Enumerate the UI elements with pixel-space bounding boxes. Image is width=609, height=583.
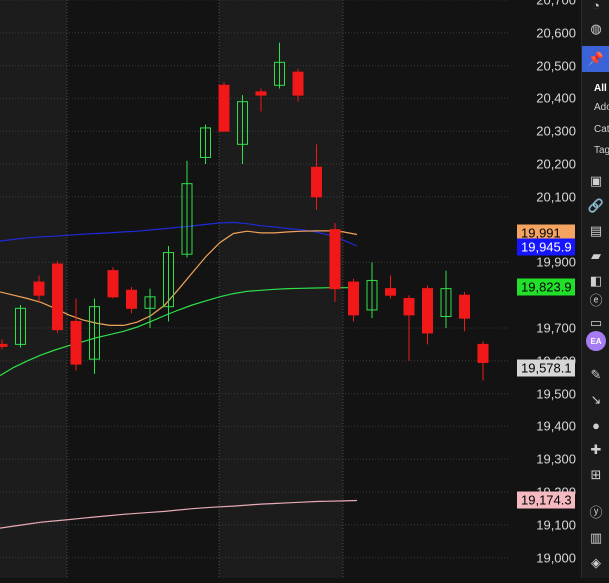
candle-body xyxy=(255,91,267,96)
pages-icon[interactable]: ▤ xyxy=(582,220,609,242)
candle-body xyxy=(218,84,230,132)
candle-body xyxy=(107,270,119,298)
pin-icon[interactable]: 📌 xyxy=(582,46,609,72)
y-tick-label: 19,300 xyxy=(536,451,576,467)
plugin-icon[interactable]: ✎ xyxy=(582,364,609,386)
sidebar: ◔ ◍ 📌 All Ado Cat Tag ▣ 🔗 ▤ ▰ ◧ ⓔ ▭ EA ✎… xyxy=(581,0,609,578)
candle-body xyxy=(311,166,322,198)
y-tick-label: 20,700 xyxy=(536,0,576,8)
y-tick-label: 19,900 xyxy=(536,254,576,270)
candle-body xyxy=(477,343,489,363)
link-icon[interactable]: 🔗 xyxy=(582,195,609,217)
y-tick-label: 19,500 xyxy=(536,386,576,402)
y-tick-label: 20,200 xyxy=(536,156,576,172)
candle-body xyxy=(0,343,8,347)
y-tick-label: 20,400 xyxy=(536,90,576,106)
photos-icon[interactable]: ▣ xyxy=(582,170,609,192)
ea-icon[interactable]: EA xyxy=(582,330,609,352)
y-tick-label: 19,400 xyxy=(536,418,576,434)
diamond-icon[interactable]: ◈ xyxy=(582,552,609,574)
sidebar-item-tag[interactable]: Tag xyxy=(594,145,609,156)
price-axis[interactable]: 20,700 20,600 20,500 20,400 20,300 20,200 20,1… xyxy=(510,0,580,578)
y-tick-label: 19,000 xyxy=(536,550,576,566)
candle-body xyxy=(329,229,341,290)
globe-icon[interactable]: ◍ xyxy=(582,18,609,40)
y-tick-label: 19,100 xyxy=(536,517,576,533)
user-icon[interactable]: ● xyxy=(582,414,609,436)
sidebar-tab-all[interactable]: All xyxy=(594,83,607,94)
y-tick-label: 20,600 xyxy=(536,25,576,41)
price-tag: 19,578.1 xyxy=(517,359,575,377)
candle-body xyxy=(126,289,137,309)
candle-body xyxy=(422,288,433,334)
chart-area[interactable] xyxy=(0,0,510,578)
y-tick-label: 20,500 xyxy=(536,58,576,74)
candle-body xyxy=(459,294,470,319)
y-tick-label: 20,100 xyxy=(536,189,576,205)
price-tag: 19,823.9 xyxy=(517,278,575,296)
sidebar-item-add[interactable]: Ado xyxy=(594,102,609,113)
candle-body xyxy=(348,281,359,316)
wrench-icon[interactable]: ✚ xyxy=(582,439,609,461)
candle-body xyxy=(33,281,45,296)
clock-icon[interactable]: ◔ xyxy=(582,0,609,16)
sidebar-item-category[interactable]: Cat xyxy=(594,124,609,135)
candle-body xyxy=(403,297,415,316)
comment-icon[interactable]: ▰ xyxy=(582,245,609,267)
candle-body xyxy=(292,71,304,96)
candle-body xyxy=(70,320,82,365)
price-tag: 19,174.3 xyxy=(517,491,575,509)
pin-tool-icon[interactable]: ↘ xyxy=(582,389,609,411)
yoast-icon[interactable]: ⓨ xyxy=(582,500,609,522)
candle-body xyxy=(52,263,63,331)
plus-square-icon[interactable]: ⊞ xyxy=(582,464,609,486)
y-tick-label: 19,700 xyxy=(536,320,576,336)
price-tag: 19,945.9 xyxy=(517,238,575,256)
ie-icon[interactable]: ⓔ xyxy=(582,288,609,310)
candlestick-chart[interactable] xyxy=(0,0,510,578)
y-tick-label: 20,300 xyxy=(536,123,576,139)
candle-body xyxy=(385,288,396,296)
building-icon[interactable]: ▥ xyxy=(582,527,609,549)
